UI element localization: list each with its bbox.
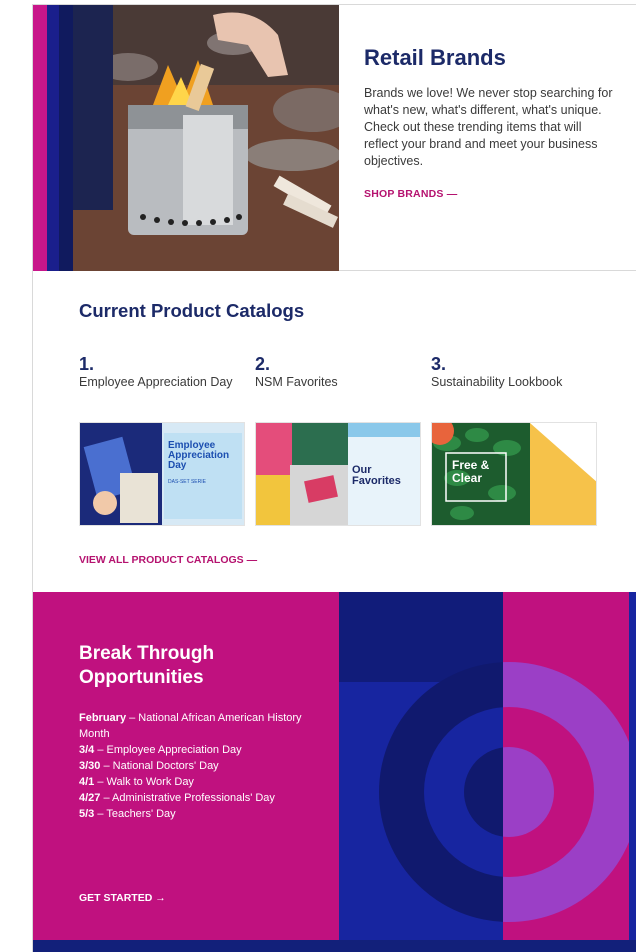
catalog-thumbnail-sustainability[interactable]: Free & Clear bbox=[431, 422, 597, 526]
break-through-section: Break Through Opportunities February – N… bbox=[33, 592, 636, 952]
list-item: 3/4 – Employee Appreciation Day bbox=[79, 744, 242, 756]
break-through-text: Break Through Opportunities February – N… bbox=[33, 592, 339, 952]
catalog-item[interactable]: 2. NSM Favorites Our Favorites bbox=[255, 354, 425, 526]
catalog-name: Employee Appreciation Day bbox=[79, 375, 233, 389]
thumbnail-subtitle: DAS-SET SERIE bbox=[168, 479, 206, 485]
break-through-title: Break Through Opportunities bbox=[79, 643, 215, 688]
retail-brands-text: Retail Brands Brands we love! We never s… bbox=[364, 45, 614, 202]
list-item: 5/3 – Teachers' Day bbox=[79, 808, 176, 820]
shop-brands-link[interactable]: SHOP BRANDS — bbox=[364, 188, 457, 200]
catalog-number: 1. bbox=[79, 354, 95, 374]
observance-list: February – National African American His… bbox=[79, 710, 329, 822]
catalog-name: NSM Favorites bbox=[255, 375, 338, 389]
catalog-item[interactable]: 3. Sustainability Lookbook Free & Clear bbox=[431, 354, 601, 526]
retail-brands-title: Retail Brands bbox=[364, 45, 506, 70]
page-frame: Retail Brands Brands we love! We never s… bbox=[32, 4, 636, 952]
retail-brands-section: Retail Brands Brands we love! We never s… bbox=[33, 5, 636, 271]
view-all-catalogs-link[interactable]: VIEW ALL PRODUCT CATALOGS — bbox=[79, 554, 257, 566]
catalog-number: 3. bbox=[431, 354, 447, 374]
get-started-link[interactable]: GET STARTED → bbox=[79, 892, 166, 904]
campfire-stove-photo bbox=[33, 5, 339, 271]
list-item: 4/1 – Walk to Work Day bbox=[79, 776, 194, 788]
catalog-thumbnail-nsm-favorites[interactable]: Our Favorites bbox=[255, 422, 421, 526]
accent-stripes bbox=[33, 5, 73, 271]
footer-band bbox=[33, 940, 636, 952]
catalog-thumbnail-employee-appreciation[interactable]: Employee Appreciation Day DAS-SET SERIE bbox=[79, 422, 245, 526]
thumbnail-title: Employee Appreciation Day bbox=[168, 440, 230, 471]
catalogs-heading: Current Product Catalogs bbox=[79, 300, 305, 321]
retail-brands-description: Brands we love! We never stop searching … bbox=[364, 86, 613, 168]
product-catalogs-section: Current Product Catalogs 1. Employee App… bbox=[33, 272, 636, 592]
catalog-item[interactable]: 1. Employee Appreciation Day Employee Ap… bbox=[79, 354, 249, 526]
abstract-circles-graphic bbox=[339, 592, 636, 952]
catalog-name: Sustainability Lookbook bbox=[431, 375, 563, 389]
catalog-number: 2. bbox=[255, 354, 271, 374]
list-item: February – National African American His… bbox=[79, 712, 302, 740]
list-item: 4/27 – Administrative Professionals' Day bbox=[79, 792, 275, 804]
thumbnail-title: Our Favorites bbox=[352, 464, 401, 487]
thumbnail-title: Free & Clear bbox=[452, 458, 490, 485]
list-item: 3/30 – National Doctors' Day bbox=[79, 760, 219, 772]
